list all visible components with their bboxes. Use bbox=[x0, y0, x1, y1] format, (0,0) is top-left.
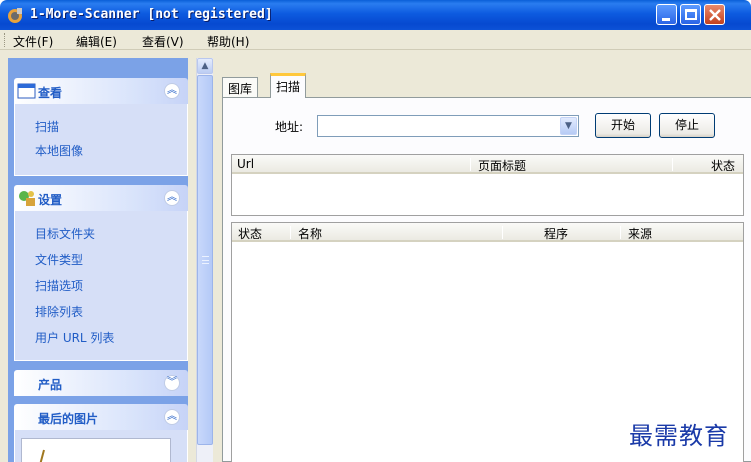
group-product-header[interactable]: 产品 ︾ bbox=[14, 370, 188, 396]
group-view-header[interactable]: 查看 ︽ bbox=[14, 78, 188, 104]
app-icon bbox=[8, 8, 22, 23]
column-divider bbox=[672, 158, 673, 171]
brush-icon bbox=[39, 449, 45, 462]
minimize-icon bbox=[662, 18, 670, 21]
expand-icon[interactable]: ︾ bbox=[164, 375, 180, 391]
column-source[interactable]: 来源 bbox=[628, 225, 652, 242]
group-last-images-header[interactable]: 最后的图片 ︽ bbox=[14, 404, 188, 430]
image-thumbnail[interactable] bbox=[21, 438, 171, 462]
column-url[interactable]: Url bbox=[237, 157, 254, 171]
settings-icon bbox=[19, 191, 35, 206]
address-combobox[interactable]: ▼ bbox=[317, 115, 579, 137]
task-pane-scrollbar[interactable]: ▲ bbox=[196, 58, 213, 462]
stop-button[interactable]: 停止 bbox=[659, 113, 715, 138]
link-file-types[interactable]: 文件类型 bbox=[35, 251, 83, 268]
column-name[interactable]: 名称 bbox=[298, 225, 322, 242]
scan-tab-page: 地址: ▼ 开始 停止 Url 页面标题 状态 状态 名称 程序 来源 bbox=[222, 97, 751, 462]
scroll-thumb[interactable] bbox=[197, 75, 213, 445]
collapse-icon[interactable]: ︽ bbox=[164, 409, 180, 425]
link-local-images[interactable]: 本地图像 bbox=[35, 142, 83, 159]
task-pane: 查看 ︽ 扫描 本地图像 设置 ︽ 目标文件夹 文件类型 扫描选项 排除列表 用… bbox=[8, 58, 188, 462]
group-last-images-title: 最后的图片 bbox=[38, 412, 99, 426]
group-view-title: 查看 bbox=[38, 86, 63, 100]
watermark: 最需教育 bbox=[629, 422, 729, 450]
column-divider bbox=[502, 226, 503, 239]
menu-grip bbox=[4, 33, 6, 47]
column-status[interactable]: 状态 bbox=[238, 225, 262, 242]
link-exclude-list[interactable]: 排除列表 bbox=[35, 303, 83, 320]
group-settings-body: 目标文件夹 文件类型 扫描选项 排除列表 用户 URL 列表 bbox=[14, 211, 188, 361]
menu-view[interactable]: 查看(V) bbox=[142, 33, 184, 50]
collapse-icon[interactable]: ︽ bbox=[164, 190, 180, 206]
column-page-title[interactable]: 页面标题 bbox=[478, 157, 526, 174]
group-product-title: 产品 bbox=[38, 378, 63, 392]
close-icon bbox=[709, 9, 721, 21]
window-title: 1-More-Scanner [not registered] bbox=[30, 7, 273, 22]
tab-scan[interactable]: 扫描 bbox=[270, 73, 307, 98]
column-divider bbox=[470, 158, 471, 171]
menu-edit[interactable]: 编辑(E) bbox=[76, 33, 117, 50]
collapse-icon[interactable]: ︽ bbox=[164, 83, 180, 99]
grip-icon bbox=[202, 256, 209, 264]
maximize-icon bbox=[685, 9, 697, 20]
client-area: 查看 ︽ 扫描 本地图像 设置 ︽ 目标文件夹 文件类型 扫描选项 排除列表 用… bbox=[0, 50, 751, 462]
column-status[interactable]: 状态 bbox=[711, 157, 735, 174]
menu-bar: 文件(F) 编辑(E) 查看(V) 帮助(H) bbox=[0, 30, 751, 50]
link-user-url-list[interactable]: 用户 URL 列表 bbox=[35, 329, 114, 346]
close-button[interactable] bbox=[704, 4, 725, 25]
link-target-folder[interactable]: 目标文件夹 bbox=[35, 225, 95, 242]
chevron-down-icon[interactable]: ▼ bbox=[560, 117, 577, 135]
main-pane: 图库 扫描 地址: ▼ 开始 停止 Url 页面标题 状态 状态 名称 程序 来… bbox=[218, 50, 751, 462]
title-bar[interactable]: 1-More-Scanner [not registered] bbox=[0, 0, 751, 30]
minimize-button[interactable] bbox=[656, 4, 677, 25]
group-last-images-body bbox=[14, 430, 188, 462]
menu-help[interactable]: 帮助(H) bbox=[207, 33, 249, 50]
menu-file[interactable]: 文件(F) bbox=[13, 33, 53, 50]
column-divider bbox=[290, 226, 291, 239]
result-list-header: 状态 名称 程序 来源 bbox=[232, 223, 743, 242]
column-divider bbox=[620, 226, 621, 239]
address-label: 地址: bbox=[275, 120, 304, 134]
link-scan-options[interactable]: 扫描选项 bbox=[35, 277, 83, 294]
tab-gallery[interactable]: 图库 bbox=[222, 77, 259, 97]
maximize-button[interactable] bbox=[680, 4, 701, 25]
url-list[interactable]: Url 页面标题 状态 bbox=[231, 154, 744, 216]
window-icon bbox=[17, 83, 36, 99]
group-settings-header[interactable]: 设置 ︽ bbox=[14, 185, 188, 211]
url-list-header: Url 页面标题 状态 bbox=[232, 155, 743, 174]
link-scan[interactable]: 扫描 bbox=[35, 118, 59, 135]
scroll-up-button[interactable]: ▲ bbox=[197, 58, 213, 74]
group-view-body: 扫描 本地图像 bbox=[14, 104, 188, 176]
start-button[interactable]: 开始 bbox=[595, 113, 651, 138]
column-program[interactable]: 程序 bbox=[544, 225, 568, 242]
group-settings-title: 设置 bbox=[38, 193, 63, 207]
